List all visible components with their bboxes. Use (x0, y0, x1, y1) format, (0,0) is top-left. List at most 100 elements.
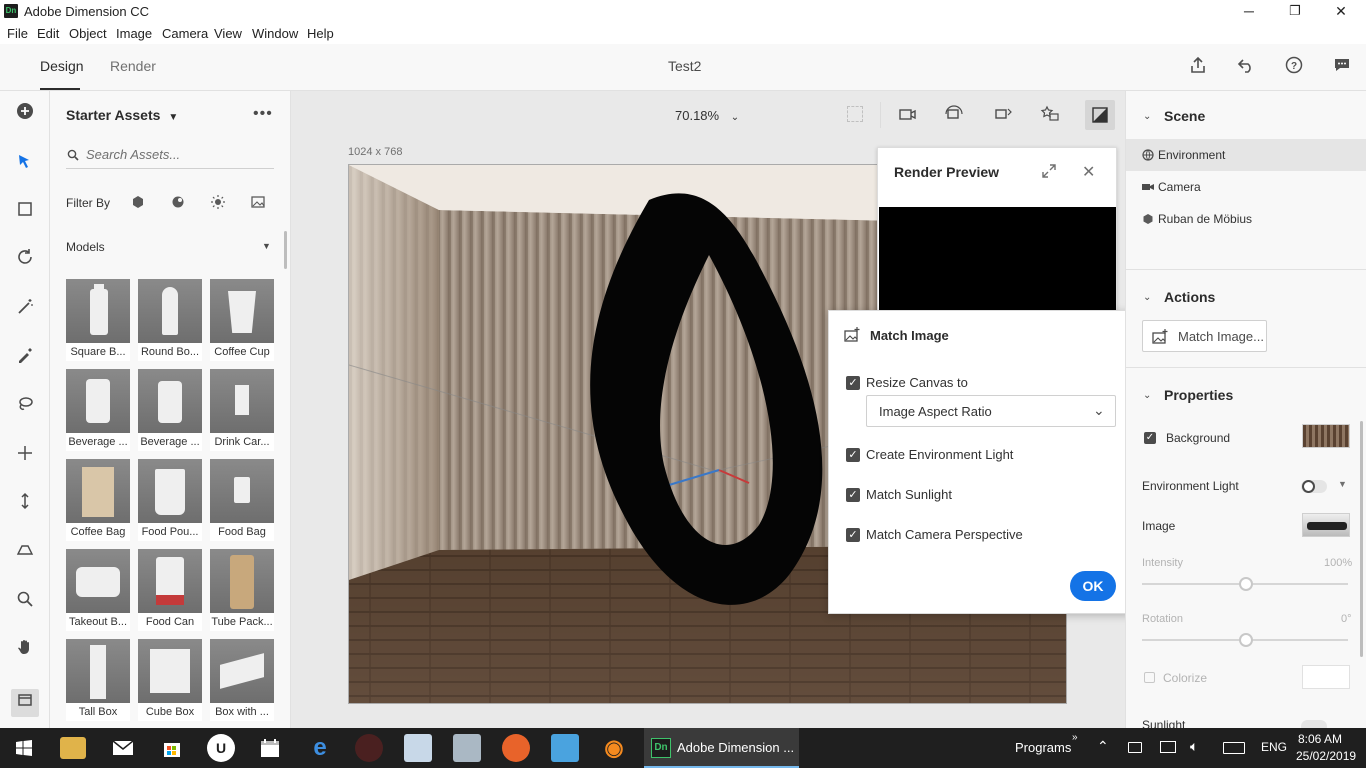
close-icon[interactable]: ✕ (1082, 162, 1095, 182)
scrollbar[interactable] (284, 231, 287, 269)
menu-view[interactable]: View (214, 26, 242, 41)
camera-bookmark-icon[interactable] (897, 105, 917, 126)
filter-lights-icon[interactable] (211, 195, 225, 209)
share-icon[interactable] (1187, 56, 1209, 78)
calendar-icon[interactable] (256, 734, 284, 762)
match-camera-checkbox[interactable]: ✓ (846, 528, 860, 542)
magic-wand-icon[interactable] (11, 297, 39, 325)
sunlight-toggle[interactable] (1301, 720, 1327, 728)
chevron-up-icon[interactable]: ⌃ (1097, 738, 1109, 755)
model-drink-carton[interactable]: Drink Car... (210, 369, 274, 451)
select-region-icon[interactable] (11, 199, 39, 227)
programs-label[interactable]: Programs (1015, 740, 1071, 755)
store-icon[interactable] (158, 734, 186, 762)
env-light-toggle[interactable] (1301, 480, 1327, 493)
assets-title[interactable]: Starter Assets ▼ (66, 107, 178, 123)
mail-icon[interactable] (109, 734, 137, 762)
firefox-icon[interactable] (502, 734, 530, 762)
select-tool-icon[interactable] (11, 152, 39, 180)
intensity-slider-knob[interactable] (1239, 577, 1253, 591)
volume-icon[interactable]: 🔈︎ (1190, 738, 1198, 755)
game-app-icon[interactable] (355, 734, 383, 762)
search-input[interactable]: Search Assets... (86, 147, 180, 162)
tab-design[interactable]: Design (40, 58, 84, 74)
model-food-can[interactable]: Food Can (138, 549, 202, 631)
taskbar-active-dimension[interactable]: Dn Adobe Dimension ... (644, 728, 799, 768)
network-icon[interactable] (1128, 742, 1142, 753)
zoom-dropdown[interactable]: 70.18% ⌄ (675, 108, 739, 123)
menu-image[interactable]: Image (116, 26, 152, 41)
model-tall-box[interactable]: Tall Box (66, 639, 130, 721)
file-explorer-icon[interactable] (60, 737, 86, 759)
chevron-down-icon[interactable]: ▼ (262, 241, 271, 251)
add-icon[interactable] (11, 101, 39, 129)
match-image-button[interactable]: Match Image... (1142, 320, 1267, 352)
chevron-down-icon[interactable]: ▼ (1338, 479, 1347, 489)
model-beverage-can-2[interactable]: Beverage ... (138, 369, 202, 451)
menu-window[interactable]: Window (252, 26, 298, 41)
model-coffee-bag[interactable]: Coffee Bag (66, 459, 130, 541)
model-round-bottle[interactable]: Round Bo... (138, 279, 202, 361)
undo-icon[interactable] (1235, 56, 1257, 78)
camera-pan-icon[interactable] (992, 105, 1012, 126)
tab-render[interactable]: Render (110, 58, 156, 74)
model-beverage-can-1[interactable]: Beverage ... (66, 369, 130, 451)
menu-help[interactable]: Help (307, 26, 334, 41)
render-preview-toggle-icon[interactable] (1085, 100, 1115, 130)
camera-orbit-icon[interactable] (944, 105, 964, 126)
menu-file[interactable]: File (7, 26, 28, 41)
search-field[interactable]: Search Assets... (66, 141, 274, 169)
match-sunlight-checkbox[interactable]: ✓ (846, 488, 860, 502)
background-checkbox[interactable]: ✓ (1144, 432, 1156, 444)
maximize-button[interactable]: ❐ (1272, 0, 1318, 22)
windows-start-icon[interactable] (10, 734, 38, 762)
blender-icon[interactable]: ◉ (600, 734, 628, 762)
display-icon[interactable] (1160, 741, 1176, 753)
filter-models-icon[interactable] (131, 195, 145, 209)
background-thumbnail[interactable] (1302, 424, 1350, 448)
filter-materials-icon[interactable] (171, 195, 185, 209)
env-light-checkbox[interactable]: ✓ (846, 448, 860, 462)
scene-item-mobius[interactable]: Ruban de Möbius (1126, 203, 1366, 235)
chevron-down-icon[interactable]: ⌄ (1143, 292, 1151, 303)
model-tube-package[interactable]: Tube Pack... (210, 549, 274, 631)
panel-toggle-icon[interactable] (11, 689, 39, 717)
menu-edit[interactable]: Edit (37, 26, 59, 41)
clock-date[interactable]: 25/02/2019 (1296, 749, 1356, 763)
lasso-icon[interactable] (11, 394, 39, 422)
minimize-button[interactable]: ─ (1226, 0, 1272, 22)
model-coffee-cup[interactable]: Coffee Cup (210, 279, 274, 361)
camera-favorite-icon[interactable] (1040, 105, 1060, 126)
model-cube-box[interactable]: Cube Box (138, 639, 202, 721)
scene-item-camera[interactable]: Camera (1126, 171, 1366, 203)
model-square-bottle[interactable]: Square B... (66, 279, 130, 361)
close-button[interactable]: ✕ (1318, 0, 1364, 22)
feedback-icon[interactable] (1331, 56, 1353, 78)
aspect-ratio-select[interactable]: Image Aspect Ratio ⌄ (866, 395, 1116, 427)
scrollbar[interactable] (1360, 421, 1363, 657)
image-viewer-icon[interactable] (453, 734, 481, 762)
ok-button[interactable]: OK (1070, 571, 1116, 601)
chevron-down-icon[interactable]: ⌄ (1143, 111, 1151, 122)
orbit-icon[interactable] (11, 247, 39, 275)
language-label[interactable]: ENG (1261, 740, 1287, 754)
dolly-icon[interactable] (11, 491, 39, 519)
remote-desktop-icon[interactable] (551, 734, 579, 762)
keyboard-icon[interactable] (1223, 742, 1245, 754)
expand-icon[interactable] (1041, 163, 1057, 182)
move-icon[interactable] (11, 443, 39, 471)
model-food-bag[interactable]: Food Bag (210, 459, 274, 541)
model-box-with-lid[interactable]: Box with ... (210, 639, 274, 721)
menu-object[interactable]: Object (69, 26, 107, 41)
hand-icon[interactable] (11, 637, 39, 665)
resize-canvas-checkbox[interactable]: ✓ (846, 376, 860, 390)
more-options-icon[interactable]: ••• (253, 105, 273, 123)
zoom-icon[interactable] (11, 589, 39, 617)
chevron-right-icon[interactable]: » (1072, 732, 1078, 743)
frame-icon[interactable] (847, 106, 863, 122)
chevron-down-icon[interactable]: ⌄ (1143, 390, 1151, 401)
image-thumbnail[interactable] (1302, 513, 1350, 537)
filter-images-icon[interactable] (251, 195, 265, 209)
unreal-engine-icon[interactable]: U (207, 734, 235, 762)
help-icon[interactable]: ? (1283, 56, 1305, 78)
